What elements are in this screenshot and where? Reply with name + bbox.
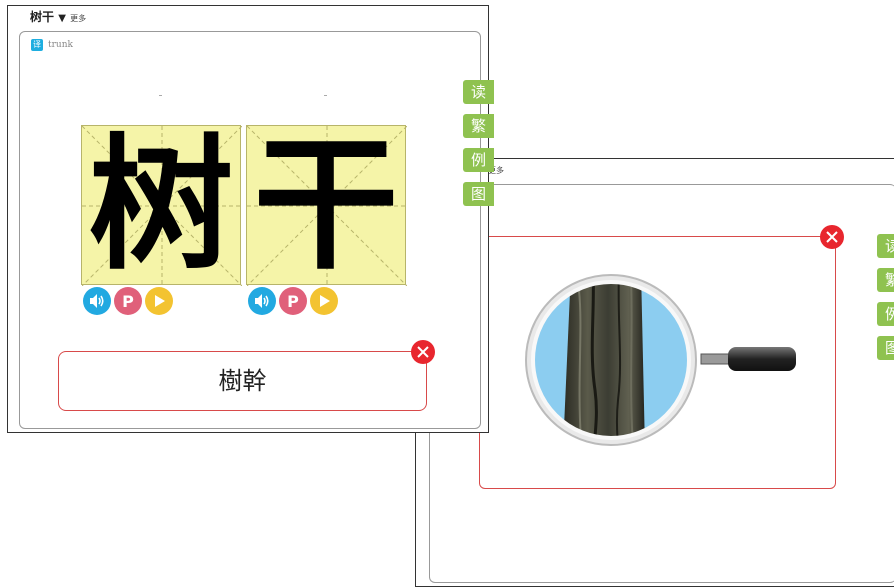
character-glyph: 树 bbox=[88, 121, 234, 290]
close-picture-button[interactable] bbox=[820, 225, 844, 249]
character-grid-cell[interactable]: 树 bbox=[81, 121, 242, 290]
play-sound-button[interactable] bbox=[248, 287, 276, 315]
traditional-text: 樹幹 bbox=[218, 367, 267, 395]
pinyin-button-label: P bbox=[122, 291, 134, 311]
pinyin-placeholder bbox=[159, 95, 162, 96]
play-sound-button[interactable] bbox=[83, 287, 111, 315]
character-controls: P bbox=[248, 287, 338, 315]
translate-icon: 译 bbox=[31, 39, 43, 51]
read-button[interactable]: 读 bbox=[877, 234, 894, 258]
picture-box bbox=[479, 236, 836, 489]
speaker-icon bbox=[90, 294, 104, 308]
close-icon bbox=[826, 231, 838, 243]
picture-button[interactable]: 图 bbox=[463, 182, 494, 206]
example-button[interactable]: 例 bbox=[877, 302, 894, 326]
play-icon bbox=[320, 295, 330, 307]
magnifier-trunk-image bbox=[525, 274, 796, 446]
character-window: 树干 ▼ 更多 读 繁 例 图 译 trunk 树 干 P P 樹幹 bbox=[7, 5, 494, 433]
close-traditional-button[interactable] bbox=[411, 340, 435, 364]
read-button[interactable]: 读 bbox=[463, 80, 494, 104]
side-menu: 读 繁 例 图 bbox=[463, 80, 494, 206]
traditional-button[interactable]: 繁 bbox=[877, 268, 894, 292]
side-menu: 读 繁 例 图 bbox=[877, 234, 894, 360]
word-title: 树干 bbox=[30, 10, 55, 24]
more-link[interactable]: 更多 bbox=[70, 14, 86, 23]
stroke-animation-button[interactable] bbox=[310, 287, 338, 315]
stroke-animation-button[interactable] bbox=[145, 287, 173, 315]
traditional-button[interactable]: 繁 bbox=[463, 114, 494, 138]
character-controls: P bbox=[83, 287, 173, 315]
character-glyph: 干 bbox=[253, 121, 399, 290]
pinyin-button[interactable]: P bbox=[279, 287, 307, 315]
pinyin-button[interactable]: P bbox=[114, 287, 142, 315]
translation-tag: 译 trunk bbox=[31, 39, 73, 51]
dropdown-caret-icon[interactable]: ▼ bbox=[58, 13, 66, 24]
close-icon bbox=[417, 346, 429, 358]
picture-button[interactable]: 图 bbox=[877, 336, 894, 360]
window-header: 树干 ▼ 更多 bbox=[30, 8, 86, 25]
traditional-form-box: 樹幹 bbox=[58, 351, 427, 411]
speaker-icon bbox=[255, 294, 269, 308]
pinyin-placeholder bbox=[324, 95, 327, 96]
character-grid-cell[interactable]: 干 bbox=[246, 121, 407, 290]
translation-text: trunk bbox=[48, 40, 73, 50]
pinyin-button-label: P bbox=[287, 291, 299, 311]
example-button[interactable]: 例 bbox=[463, 148, 494, 172]
play-icon bbox=[155, 295, 165, 307]
